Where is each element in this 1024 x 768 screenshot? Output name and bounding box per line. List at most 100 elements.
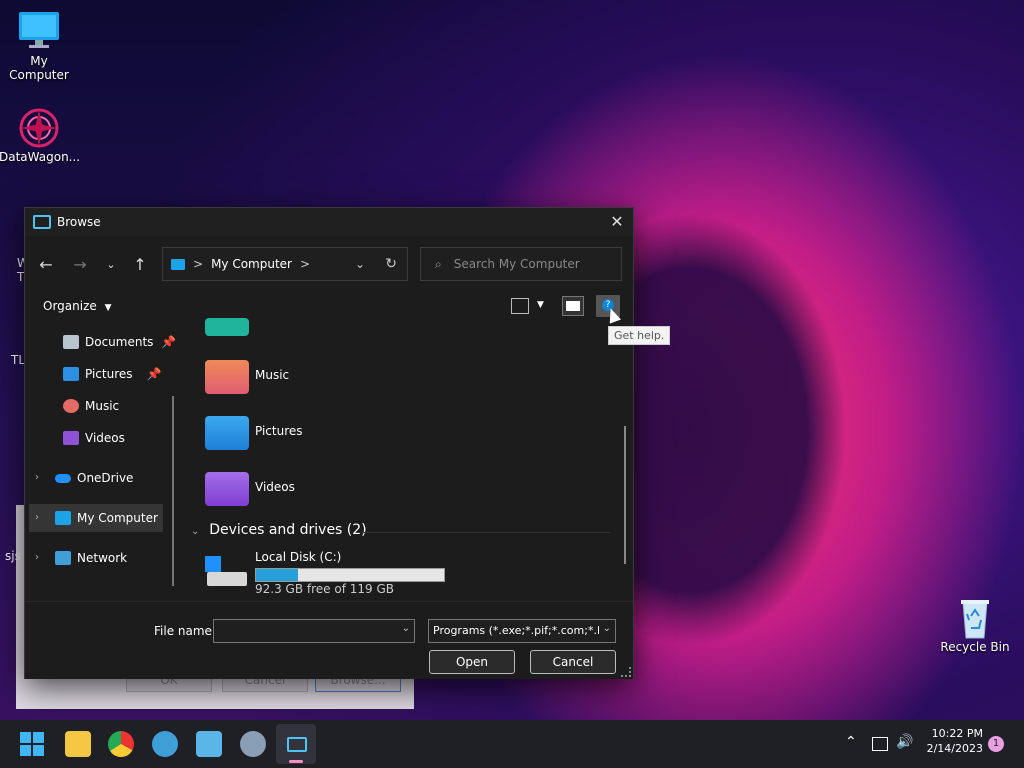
clock-date: 2/14/2023	[926, 742, 983, 755]
help-tooltip: Get help.	[608, 326, 671, 345]
preview-pane-button[interactable]	[562, 296, 584, 316]
dialog-title: Browse	[57, 215, 101, 229]
folder-item-music[interactable]: Music	[185, 358, 605, 398]
search-box[interactable]: ⌕ Search My Computer	[420, 247, 622, 281]
desktop-icon-label: DataWagon...	[0, 150, 81, 164]
drive-usage-fill	[256, 569, 299, 581]
arrow-up-icon: ↑	[133, 254, 147, 274]
chevron-up-icon[interactable]: ⌃	[845, 734, 857, 750]
organize-label: Organize	[43, 299, 97, 313]
nav-pane-scrollbar[interactable]	[172, 396, 174, 586]
resize-grip-icon[interactable]	[621, 667, 631, 677]
settings-taskbar-button[interactable]	[240, 731, 266, 757]
clock-time: 10:22 PM	[931, 727, 983, 740]
organize-button[interactable]: Organize ▼	[43, 299, 112, 313]
file-list: Music Pictures Videos ⌄ Devices and driv…	[185, 318, 626, 601]
nav-item-label: Network	[77, 551, 128, 565]
chevron-right-icon[interactable]: ›	[35, 552, 39, 563]
monitor-icon	[55, 511, 71, 525]
open-button[interactable]: Open	[429, 650, 515, 674]
app-icon	[287, 737, 307, 752]
address-bar[interactable]: > My Computer > ⌄ ↻	[162, 247, 408, 281]
breadcrumb-separator: >	[193, 257, 204, 271]
breadcrumb-separator[interactable]: >	[300, 257, 310, 271]
nav-item-documents[interactable]: Documents 📌	[63, 329, 176, 355]
documents-icon	[63, 335, 79, 349]
pin-icon: 📌	[146, 367, 162, 381]
partial-desktop-label: TL	[11, 353, 26, 367]
chevron-down-icon: ⌄	[106, 257, 116, 271]
refresh-icon[interactable]: ↻	[385, 256, 397, 272]
chevron-down-icon: ⌄	[602, 623, 611, 634]
notification-badge[interactable]: 1	[988, 736, 1004, 752]
windows-logo-icon	[205, 556, 221, 572]
nav-item-label: Documents	[85, 335, 154, 349]
cancel-button[interactable]: Cancel	[530, 650, 616, 674]
dialog-footer: File name: ⌄ Programs (*.exe;*.pif;*.com…	[25, 601, 633, 679]
folder-name: Pictures	[255, 424, 303, 438]
address-dropdown-icon[interactable]: ⌄	[355, 257, 365, 271]
close-button[interactable]: ✕	[605, 211, 629, 233]
desktop-icon-recycle-bin[interactable]: Recycle Bin	[935, 596, 1015, 654]
onedrive-icon	[55, 473, 71, 483]
folder-item-pictures[interactable]: Pictures	[185, 414, 605, 454]
active-indicator	[289, 760, 303, 763]
recycle-bin-icon	[953, 596, 997, 639]
drive-usage-bar	[255, 568, 445, 582]
volume-icon[interactable]: 🔊	[896, 734, 913, 750]
search-input[interactable]: Search My Computer	[454, 257, 580, 271]
file-explorer-taskbar-button[interactable]	[65, 731, 91, 757]
folder-item-videos[interactable]: Videos	[185, 470, 605, 510]
network-status-icon[interactable]	[872, 737, 888, 751]
drive-item-local-disk[interactable]: Local Disk (C:) 92.3 GB free of 119 GB	[185, 550, 605, 598]
back-button[interactable]: ←	[33, 246, 59, 282]
drive-icon	[205, 556, 247, 590]
chevron-right-icon[interactable]: ›	[35, 512, 39, 523]
clock[interactable]: 10:22 PM 2/14/2023	[925, 727, 983, 755]
group-divider	[361, 532, 611, 533]
navigation-pane: Documents 📌 Pictures 📌 Music Videos › On…	[25, 324, 183, 601]
breadcrumb-my-computer[interactable]: My Computer	[211, 257, 292, 271]
file-list-scrollbar[interactable]	[624, 426, 626, 564]
remote-desktop-taskbar-button[interactable]	[196, 731, 222, 757]
nav-item-videos[interactable]: Videos	[63, 425, 125, 451]
file-type-value: Programs (*.exe;*.pif;*.com;*.ba	[433, 624, 599, 637]
nav-item-label: Music	[85, 399, 120, 413]
nav-item-my-computer[interactable]: My Computer	[55, 505, 158, 531]
nav-item-label: Videos	[85, 431, 125, 445]
desktop-icon-label: Recycle Bin	[940, 640, 1010, 654]
desktop-icon-datawagon[interactable]: DataWagon...	[0, 106, 81, 164]
drive-free-space: 92.3 GB free of 119 GB	[255, 582, 394, 596]
browser-taskbar-button[interactable]	[152, 731, 178, 757]
close-icon: ✕	[610, 212, 624, 231]
recent-locations-button[interactable]: ⌄	[98, 246, 124, 282]
nav-item-label: Pictures	[85, 367, 133, 381]
active-app-taskbar-button[interactable]	[276, 724, 316, 764]
change-view-button[interactable]	[511, 298, 529, 314]
view-options-icon[interactable]: ▼	[537, 300, 544, 310]
drives-group-header[interactable]: ⌄ Devices and drives (2)	[191, 522, 611, 540]
desktop-icon-my-computer[interactable]: My Computer	[0, 10, 79, 82]
forward-button[interactable]: →	[67, 246, 93, 282]
search-icon: ⌕	[435, 256, 442, 271]
title-bar: Browse ✕	[25, 208, 633, 236]
downloads-folder-icon[interactable]	[205, 318, 249, 336]
up-button[interactable]: ↑	[127, 246, 153, 282]
nav-item-network[interactable]: Network	[55, 545, 127, 571]
file-type-select[interactable]: Programs (*.exe;*.pif;*.com;*.ba ⌄	[428, 619, 616, 643]
nav-item-onedrive[interactable]: OneDrive	[55, 465, 133, 491]
windows-logo-icon	[20, 732, 44, 756]
hard-drive-icon	[207, 572, 247, 586]
start-button[interactable]	[19, 731, 45, 757]
pictures-icon	[63, 367, 79, 381]
chevron-down-icon: ▼	[104, 303, 112, 313]
chevron-right-icon[interactable]: ›	[35, 472, 39, 483]
chrome-taskbar-button[interactable]	[108, 731, 134, 757]
file-name-input[interactable]: ⌄	[213, 619, 415, 643]
group-header-label: Devices and drives (2)	[209, 522, 367, 538]
arrow-right-icon: →	[73, 254, 87, 274]
music-icon	[63, 399, 79, 413]
chevron-down-icon[interactable]: ⌄	[402, 623, 410, 634]
nav-item-music[interactable]: Music	[63, 393, 119, 419]
nav-item-pictures[interactable]: Pictures 📌	[63, 361, 161, 387]
